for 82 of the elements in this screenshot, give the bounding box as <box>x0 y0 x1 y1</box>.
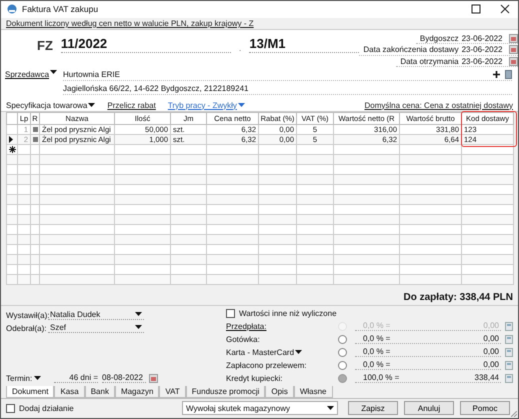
reference-number-field[interactable]: 13/M1 <box>249 36 360 54</box>
default-price-link[interactable]: Domyślna cena: Cena z ostatniej dostawy <box>364 100 513 110</box>
seller-label[interactable]: Sprzedawca <box>5 70 50 80</box>
person-label: Wystawił(a): <box>6 310 48 320</box>
percent-text: 0,0 % = <box>363 321 390 330</box>
total-amount: Do zapłaty: 338,44 PLN <box>404 292 513 303</box>
new-row-icon <box>9 146 16 153</box>
window-title: Faktura VAT zakupu <box>22 4 98 14</box>
maximize-icon[interactable] <box>471 4 481 14</box>
seller-address-field[interactable]: Jagiellońska 66/22, 14-622 Bydgoszcz, 2122189241 <box>63 84 512 93</box>
person-dropdown[interactable]: Natalia Dudek <box>48 310 144 320</box>
calculator-icon[interactable] <box>505 348 513 357</box>
amount-text: 0,00 <box>483 360 499 370</box>
current-row-icon <box>9 136 13 143</box>
amount-text: 0,00 <box>483 347 499 356</box>
checkbox[interactable] <box>6 404 15 413</box>
tab[interactable]: Opis <box>265 386 294 398</box>
effect-dropdown[interactable]: Wywołaj skutek magazynowy <box>182 401 338 416</box>
date-label: Data zakończenia dostawy <box>362 45 459 54</box>
term-date-field[interactable]: 08-08-2022 <box>102 373 146 384</box>
checkbox-label: Wartości inne niż wyliczone <box>239 308 337 318</box>
caret-icon[interactable] <box>327 406 334 411</box>
work-mode-link[interactable]: Tryb pracy - Zwykły <box>168 100 237 110</box>
seller-name-field[interactable]: Hurtownia ERIE <box>63 70 488 79</box>
dialog-button[interactable]: Anuluj <box>404 401 454 416</box>
date-label: Bydgoszcz <box>418 34 459 42</box>
radio-button[interactable] <box>338 334 347 344</box>
term-label[interactable]: Termin: <box>6 374 32 383</box>
caret-icon[interactable] <box>135 325 142 330</box>
tab[interactable]: Magazyn <box>114 386 160 398</box>
person-label: Odebrał(a): <box>6 324 48 333</box>
tab[interactable]: Kasa <box>54 386 85 398</box>
app-icon <box>7 4 17 14</box>
calculator-icon[interactable] <box>505 374 513 383</box>
resize-grip-icon[interactable] <box>511 411 517 417</box>
specification-label[interactable]: Specyfikacja towarowa <box>6 100 88 110</box>
square-icon <box>33 126 38 132</box>
caret-icon[interactable] <box>34 376 42 381</box>
date-field[interactable]: 23-06-2022 <box>462 45 506 54</box>
date-label: Data otrzymania <box>399 56 459 66</box>
amount-text: 0,00 <box>483 321 499 330</box>
tab[interactable]: Dokument <box>6 386 54 398</box>
tab[interactable]: VAT <box>159 386 186 398</box>
date-field[interactable]: 23-06-2022 <box>462 34 506 42</box>
payment-label: Kredyt kupiecki: <box>226 374 282 383</box>
caret-icon[interactable] <box>295 350 302 355</box>
radio-button[interactable] <box>338 374 347 383</box>
document-number-field[interactable]: 11/2022 <box>60 36 231 54</box>
checkbox-label: Dodaj działanie <box>19 404 74 413</box>
radio-button[interactable] <box>338 348 347 357</box>
caret-icon[interactable] <box>88 102 96 108</box>
caret-icon[interactable] <box>135 312 142 318</box>
percent-text: 0,0 % = <box>363 360 390 370</box>
calendar-icon[interactable] <box>149 374 158 383</box>
tab[interactable]: Fundusze promocji <box>186 386 266 398</box>
close-icon[interactable] <box>500 4 510 14</box>
person-dropdown[interactable]: Szef <box>48 323 144 334</box>
percent-text: 100,0 % = <box>363 373 400 382</box>
payment-label[interactable]: Karta - MasterCard <box>226 348 294 357</box>
payment-label: Gotówka: <box>226 334 260 344</box>
payment-label: Zapłacono przelewem: <box>226 360 306 370</box>
square-icon <box>33 136 38 142</box>
checkbox[interactable] <box>226 308 235 318</box>
plus-icon[interactable] <box>493 70 500 78</box>
amount-text: 338,44 <box>474 373 499 382</box>
caret-icon[interactable] <box>50 70 58 76</box>
dialog-button[interactable]: Pomoc <box>460 401 510 416</box>
amount-text: 0,00 <box>483 334 499 344</box>
separator-text: . <box>238 43 242 54</box>
dialog-button[interactable]: Zapisz <box>348 401 398 416</box>
calculator-icon[interactable] <box>505 334 513 344</box>
term-days-field[interactable]: 46 dni = <box>54 373 98 384</box>
recalc-discount-link[interactable]: Przelicz rabat <box>107 100 156 110</box>
document-info-link[interactable]: Dokument liczony według cen netto w walucie PLN, zakup krajowy - Z <box>6 18 254 28</box>
book-icon[interactable] <box>505 70 512 79</box>
document-type: FZ <box>37 38 53 54</box>
radio-button[interactable] <box>338 360 347 370</box>
percent-text: 0,0 % = <box>363 347 390 356</box>
calculator-icon[interactable] <box>505 322 513 331</box>
date-field[interactable]: 23-06-2022 <box>462 56 506 66</box>
percent-text: 0,0 % = <box>363 334 390 344</box>
calculator-icon[interactable] <box>505 360 513 370</box>
